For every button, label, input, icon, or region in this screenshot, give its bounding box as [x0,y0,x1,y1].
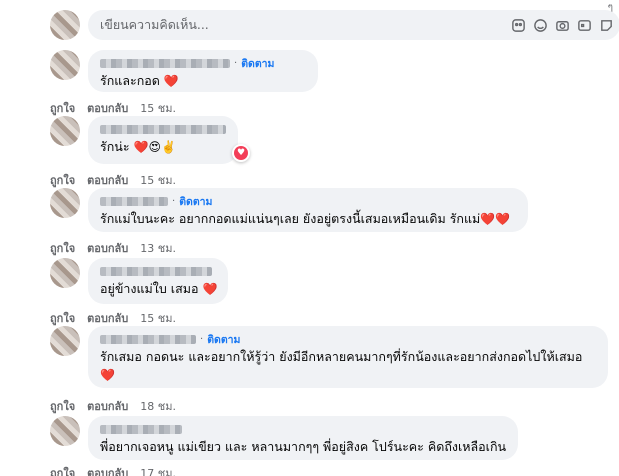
like-link[interactable]: ถูกใจ [50,239,75,257]
comment-text: พี่อยากเจอหนู แม่เขียว และ หลานมากๆๆ พี่… [100,439,507,454]
comment-text: รักแม่ใบนะคะ อยากกอดแม่แน่นๆเลย ยังอยู่ต… [100,211,481,226]
commenter-name[interactable] [100,424,182,434]
commenter-name[interactable] [100,124,226,134]
comment-bubble: พี่อยากเจอหนู แม่เขียว และ หลานมากๆๆ พี่… [88,416,518,460]
commenter-avatar[interactable] [50,116,80,146]
like-link[interactable]: ถูกใจ [50,309,75,327]
commenter-name[interactable] [100,58,230,68]
comment-bubble: · ติดตาม รักเสมอ กอดนะ และอยากให้รู้ว่า … [88,326,608,388]
comment-emoji: ❤️ [163,74,179,88]
commenter-avatar[interactable] [50,258,80,288]
follow-link[interactable]: ติดตาม [179,193,212,210]
like-link[interactable]: ถูกใจ [50,171,75,189]
follow-link[interactable]: ติดตาม [241,55,274,72]
comment-time[interactable]: 18 ชม. [140,397,176,415]
comment-text: รักเสมอ กอดนะ และอยากให้รู้ว่า ยังมีอีกห… [100,349,583,364]
comment-bubble: · ติดตาม รักแม่ใบนะคะ อยากกอดแม่แน่นๆเลย… [88,188,528,232]
comment-text: รักและกอด [100,73,160,88]
reply-link[interactable]: ตอบกลับ [87,239,128,257]
comment-actions: ถูกใจ ตอบกลับ 15 ชม. [50,99,176,117]
reply-link[interactable]: ตอบกลับ [87,309,128,327]
commenter-name[interactable] [100,196,168,206]
love-reaction-badge[interactable]: ♥ [232,144,250,162]
comment-emoji: ❤️😍✌️ [133,140,176,154]
comment-input-placeholder: เขียนความคิดเห็น... [100,17,209,32]
comment-text: รักน่ะ [100,139,130,154]
comment-emoji: ❤️ [202,282,218,296]
comment-actions: ถูกใจ ตอบกลับ 15 ชม. [50,171,176,189]
comment-bubble: · ติดตาม รักและกอด ❤️ [88,50,318,92]
reply-link[interactable]: ตอบกลับ [87,99,128,117]
comment-actions: ถูกใจ ตอบกลับ 17 ชม. [50,464,176,476]
reply-link[interactable]: ตอบกลับ [87,397,128,415]
comment-time[interactable]: 15 ชม. [140,171,176,189]
comment-input[interactable]: เขียนความคิดเห็น... [88,10,619,40]
like-link[interactable]: ถูกใจ [50,464,75,476]
comment-emoji: ❤️ [100,368,115,382]
comment-composer: เขียนความคิดเห็น... [50,10,619,40]
follow-link[interactable]: ติดตาม [207,331,240,348]
comment-time[interactable]: 13 ชม. [140,239,176,257]
comment-actions: ถูกใจ ตอบกลับ 13 ชม. [50,239,176,257]
comment-emoji: ❤️❤️ [480,212,511,226]
commenter-avatar[interactable] [50,188,80,218]
gif-icon[interactable] [576,17,592,33]
comment-actions: ถูกใจ ตอบกลับ 15 ชม. [50,309,176,327]
camera-icon[interactable] [554,17,570,33]
commenter-name[interactable] [100,266,212,276]
like-link[interactable]: ถูกใจ [50,99,75,117]
commenter-avatar[interactable] [50,326,80,356]
sticker-icon[interactable] [510,17,526,33]
commenter-avatar[interactable] [50,50,80,80]
comment-bubble: รักน่ะ ❤️😍✌️ [88,116,238,164]
like-link[interactable]: ถูกใจ [50,397,75,415]
sticker-alt-icon[interactable] [598,17,614,33]
current-user-avatar [50,10,80,40]
emoji-icon[interactable] [532,17,548,33]
commenter-avatar[interactable] [50,416,80,446]
comment-time[interactable]: 15 ชม. [140,309,176,327]
comment-actions: ถูกใจ ตอบกลับ 18 ชม. [50,397,176,415]
comment-time[interactable]: 17 ชม. [140,464,176,476]
reply-link[interactable]: ตอบกลับ [87,171,128,189]
commenter-name[interactable] [100,334,196,344]
comment-bubble: อยู่ข้างแม่ใบ เสมอ ❤️ [88,258,228,304]
comment-text: อยู่ข้างแม่ใบ เสมอ [100,281,199,296]
reply-link[interactable]: ตอบกลับ [87,464,128,476]
comment-time[interactable]: 15 ชม. [140,99,176,117]
